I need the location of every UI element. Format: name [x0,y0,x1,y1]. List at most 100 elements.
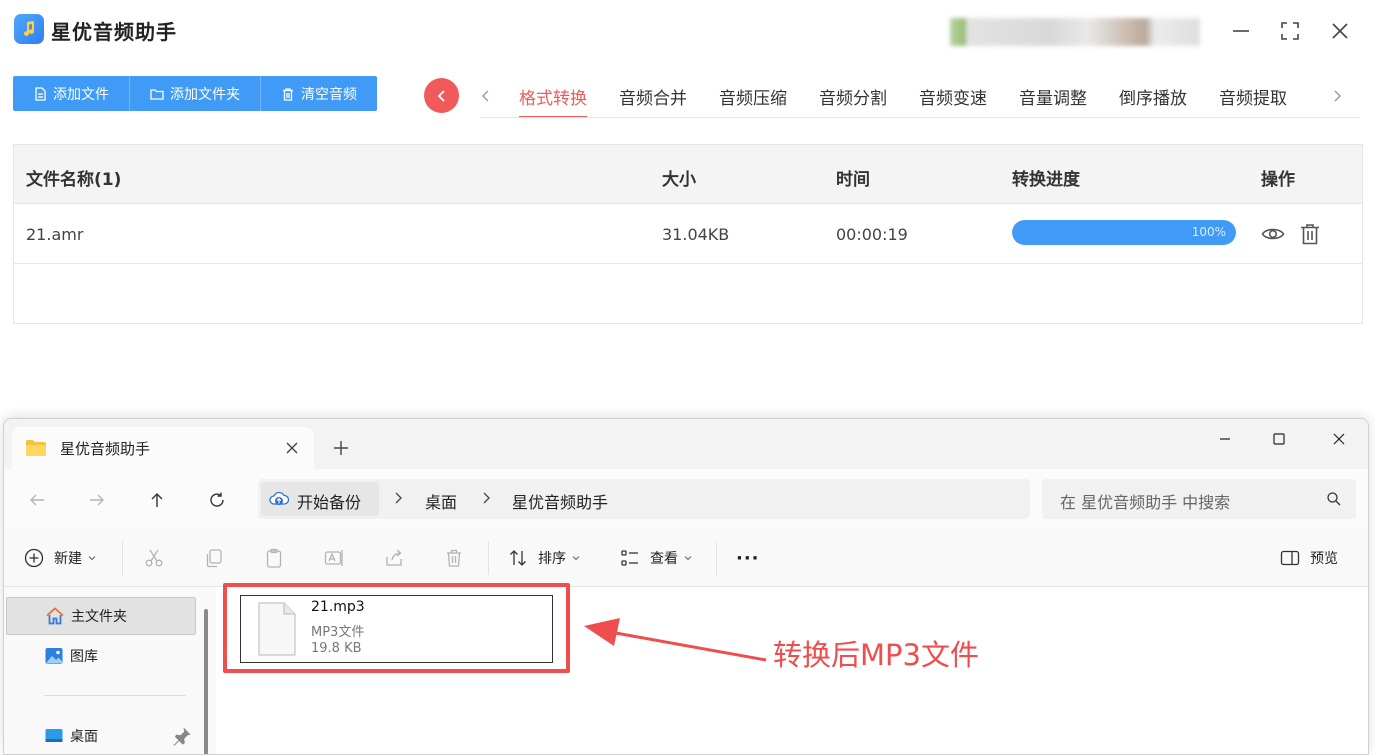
explorer-tab-title: 星优音频助手 [60,439,151,458]
clipboard-icon [266,548,282,568]
table-row[interactable]: 21.amr 31.04KB 00:00:19 100% [14,204,1362,264]
more-options-button[interactable]: ··· [736,547,760,569]
search-placeholder: 在 星优音频助手 中搜索 [1060,493,1231,512]
preview-eye-icon[interactable] [1260,221,1286,247]
header-name: 文件名称(1) [26,170,122,190]
cmd-divider [122,541,123,575]
folder-icon [150,88,164,100]
new-tab-plus-icon[interactable] [332,439,350,457]
new-button[interactable]: 新建 [24,547,96,569]
clear-audio-button[interactable]: 清空音频 [261,76,377,111]
chevron-left-icon [482,90,489,102]
search-input[interactable]: 在 星优音频助手 中搜索 [1042,479,1356,519]
delete-trash-icon[interactable] [1297,221,1323,247]
rename-button[interactable] [324,547,344,569]
new-button-label: 新建 [54,551,82,567]
tab-2[interactable]: 音频合并 [603,78,703,118]
folder-icon [26,440,46,456]
address-bar[interactable]: 开始备份 桌面 星优音频助手 [258,479,1030,519]
back-arrow-icon[interactable] [26,489,48,511]
add-file-button[interactable]: 添加文件 [13,76,130,111]
chevron-down-icon [684,556,692,561]
copy-button[interactable] [204,547,224,569]
sidebar-item-label: 图库 [70,649,98,665]
explorer-tab[interactable]: 星优音频助手 [12,427,314,469]
tab-4[interactable]: 音频分割 [803,78,903,118]
tab-5[interactable]: 音频变速 [903,78,1003,118]
forward-arrow-icon[interactable] [86,489,108,511]
view-list-icon [621,550,638,566]
chevron-left-icon [437,89,445,102]
add-folder-label: 添加文件夹 [170,86,240,103]
app-title: 星优音频助手 [51,20,177,44]
cmd-divider [488,541,489,575]
sidebar-item-label: 桌面 [70,729,98,745]
trash-icon [283,87,293,101]
cut-button[interactable] [144,547,164,569]
row-file-size: 31.04KB [662,225,730,244]
refresh-icon[interactable] [206,489,228,511]
pin-icon[interactable] [172,726,192,746]
file-explorer-window: 星优音频助手 开始备份 桌面 星优音频助手 在 星优音频助手 中搜索 新建 排序… [3,418,1369,755]
explorer-maximize-button[interactable] [1264,427,1294,451]
breadcrumb-current-folder[interactable]: 星优音频助手 [512,489,608,513]
preview-pane-label: 预览 [1310,551,1338,567]
collapse-back-button[interactable] [424,78,459,113]
row-file-time: 00:00:19 [836,225,908,244]
tabs-scroll-right[interactable] [1328,85,1346,107]
clear-audio-label: 清空音频 [301,86,357,103]
sidebar-item-home[interactable]: 主文件夹 [6,597,196,635]
plus-circle-icon [24,548,44,568]
command-bar: 新建 排序 查看 ··· 预览 [4,529,1368,587]
header-time: 时间 [836,170,870,190]
sidebar-divider [44,695,186,696]
breadcrumb-desktop[interactable]: 桌面 [425,489,457,513]
tabs-scroll-left[interactable] [477,85,495,107]
view-button[interactable]: 查看 [620,547,692,569]
header-ops: 操作 [1261,170,1295,190]
paste-button[interactable] [264,547,284,569]
close-icon[interactable] [284,440,300,456]
fullscreen-button[interactable] [1277,18,1303,44]
progress-label: 100% [1191,225,1226,239]
header-progress: 转换进度 [1012,170,1080,190]
table-header: 文件名称(1) 大小 时间 转换进度 操作 [14,145,1362,204]
desktop-icon [45,729,63,742]
sort-button[interactable]: 排序 [508,547,580,569]
preview-pane-icon [1280,550,1300,566]
user-avatar-blurred[interactable] [950,18,1200,46]
file-toolbar: 添加文件 添加文件夹 清空音频 [13,76,377,111]
tab-8[interactable]: 音频提取 [1203,78,1303,118]
tabs-divider [480,117,1360,118]
delete-button[interactable] [444,547,464,569]
copy-icon [206,549,222,568]
add-folder-button[interactable]: 添加文件夹 [130,76,261,111]
sort-button-label: 排序 [538,551,566,567]
chevron-right-icon [1334,90,1341,102]
tab-3[interactable]: 音频压缩 [703,78,803,118]
sidebar-scrollbar[interactable] [204,609,208,754]
explorer-close-button[interactable] [1324,427,1354,451]
sidebar-item-gallery[interactable]: 图库 [6,637,196,675]
cmd-divider [716,541,717,575]
share-button[interactable] [384,547,404,569]
chevron-right-icon [483,492,490,504]
tab-7[interactable]: 倒序播放 [1103,78,1203,118]
tab-1[interactable]: 格式转换 [503,78,603,118]
scissors-icon [145,549,163,567]
sidebar-item-label: 主文件夹 [71,609,127,625]
sidebar-item-desktop[interactable]: 桌面 [6,717,196,754]
breadcrumb-root[interactable]: 开始备份 [261,482,379,516]
chevron-down-icon [88,556,96,561]
rename-icon [324,550,343,566]
preview-pane-button[interactable]: 预览 [1280,547,1338,569]
tab-6[interactable]: 音量调整 [1003,78,1103,118]
close-button[interactable] [1327,18,1353,44]
up-arrow-icon[interactable] [146,489,168,511]
explorer-minimize-button[interactable] [1210,427,1240,451]
file-table: 文件名称(1) 大小 时间 转换进度 操作 21.amr 31.04KB 00:… [13,144,1363,324]
row-file-name: 21.amr [26,225,84,244]
navigation-pane: 主文件夹 图库 桌面 [4,587,216,754]
minimize-button[interactable] [1228,18,1254,44]
home-icon [46,607,64,625]
